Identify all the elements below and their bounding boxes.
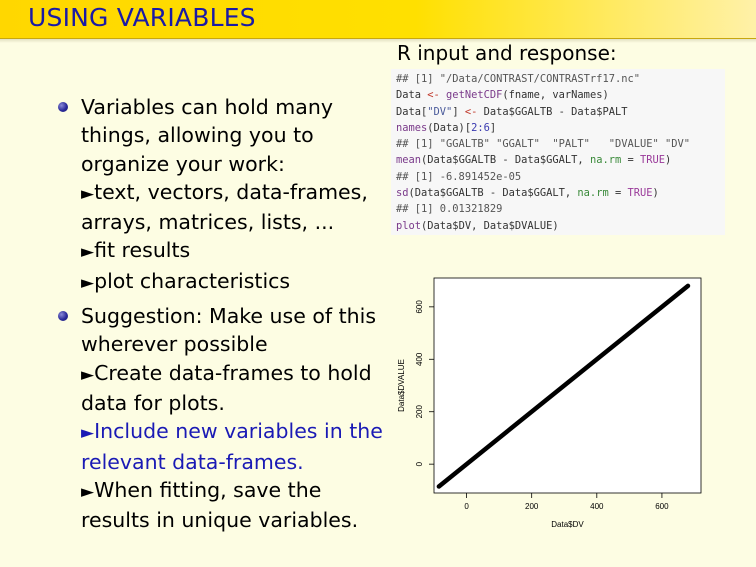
code-token: ## [1] "GGALTB" "GGALT" "PALT" "DVALUE" … (396, 138, 691, 151)
bullet-text: Create data-frames to hold (94, 360, 372, 385)
code-token: <- (464, 105, 478, 118)
code-token: sd (396, 187, 409, 200)
code-input-line: names(Data)[2:6] (396, 120, 725, 136)
x-tick-label: 200 (525, 502, 539, 511)
bullet-line: things, allowing you to (81, 121, 378, 149)
r-code-block: ## [1] "/Data/CONTRAST/CONTRASTrf17.nc" D… (391, 69, 725, 235)
slide-title: USING VARIABLES (28, 3, 256, 32)
code-output-line: ## [1] -6.891452e-05 (396, 169, 725, 185)
bullet-line: Variables can hold many (81, 93, 378, 121)
x-tick-label: 0 (464, 502, 469, 511)
code-input-line: plot(Data$DV, Data$DVALUE) (396, 218, 725, 234)
title-bar-shadow (0, 38, 756, 43)
code-token: ## [1] 0.01321829 (396, 203, 503, 216)
code-token: mean (396, 154, 422, 167)
code-token: names (396, 121, 428, 134)
bullet-line: ►Include new variables in the (81, 417, 383, 447)
code-token: (fname, varNames) (502, 89, 609, 102)
bullet-dot-icon (58, 311, 68, 322)
bullet-list: Variables can hold many things, allowing … (58, 93, 383, 534)
y-tick-label: 600 (415, 300, 424, 314)
code-token: Data$GGALTB - Data$PALT (477, 105, 628, 118)
bullet-item: Variables can hold many things, allowing … (58, 93, 378, 297)
code-input-line: Data <- getNetCDF(fname, varNames) (396, 87, 725, 103)
arrow-icon: ► (81, 242, 95, 263)
bullet-text: results in unique variables. (81, 508, 359, 533)
code-token: "DV" (427, 105, 453, 118)
arrow-icon: ► (81, 423, 95, 444)
code-input-line: mean(Data$GGALTB - Data$GGALT, na.rm = T… (396, 152, 725, 168)
bullet-text: arrays, matrices, lists, ... (81, 210, 335, 235)
bullet-line: organize your work: (81, 150, 378, 178)
arrow-icon: ► (81, 272, 95, 293)
bullet-line: relevant data-frames. (81, 448, 378, 476)
bullet-line: results in unique variables. (81, 506, 378, 534)
bullet-text: data for plots. (81, 390, 225, 415)
code-token: ) (652, 187, 659, 200)
bullet-line: arrays, matrices, lists, ... (81, 208, 378, 236)
arrow-icon: ► (81, 183, 95, 204)
x-axis-label: Data$DV (551, 520, 584, 529)
code-token: getNetCDF (439, 89, 503, 102)
code-token: plot (396, 219, 422, 232)
code-token: 2:6 (471, 121, 490, 134)
bullet-text: Suggestion: Make use of this (81, 304, 377, 329)
bullet-dot-icon (58, 102, 68, 112)
y-tick-label: 0 (415, 461, 424, 466)
y-tick-label: 400 (415, 352, 424, 366)
code-output-line: ## [1] "GGALTB" "GGALT" "PALT" "DVALUE" … (396, 136, 725, 152)
code-token: ] (452, 105, 465, 118)
code-token: ) (665, 154, 672, 167)
bullet-text: fit results (94, 238, 191, 263)
code-input-line: sd(Data$GGALTB - Data$GGALT, na.rm = TRU… (396, 185, 725, 201)
x-tick-label: 400 (590, 502, 604, 511)
bullet-line: ►fit results (81, 236, 378, 266)
scatter-plot: 0 200 400 600 0 200 400 600 Data$DV Data$DVALUE (397, 277, 702, 529)
code-token: = (608, 187, 628, 200)
r-section-heading: R input and response: (397, 41, 617, 65)
title-bar: USING VARIABLES (0, 0, 756, 43)
code-token: na.rm (577, 187, 609, 200)
code-token: na.rm (589, 154, 622, 167)
bullet-text: plot characteristics (94, 268, 291, 293)
bullet-text: wherever possible (81, 332, 268, 357)
arrow-icon: ► (81, 481, 95, 502)
code-token: (Data$DV, Data$DVALUE) (421, 219, 559, 232)
code-token: TRUE (627, 187, 653, 200)
code-token: Data (396, 89, 428, 102)
code-token: (Data)[ (427, 121, 472, 134)
bullet-text: relevant data-frames. (81, 449, 304, 474)
arrow-icon: ► (81, 364, 95, 385)
bullet-text: Variables can hold many (81, 95, 333, 119)
bullet-line: ►When fitting, save the (81, 476, 378, 506)
bullet-line: ►plot characteristics (81, 267, 378, 297)
code-token: ## [1] "/Data/CONTRAST/CONTRASTrf17.nc" (396, 73, 640, 85)
code-token: <- (427, 89, 440, 102)
bullet-line: ►text, vectors, data-frames, (81, 178, 378, 208)
bullet-text: text, vectors, data-frames, (94, 179, 368, 204)
bullet-line: data for plots. (81, 389, 378, 417)
code-token: Data[ (396, 105, 428, 118)
y-axis-label: Data$DVALUE (397, 359, 406, 412)
code-output-line: ## [1] "/Data/CONTRAST/CONTRASTrf17.nc" (396, 71, 725, 87)
code-token: ] (489, 121, 497, 134)
bullet-text: organize your work: (81, 151, 285, 176)
bullet-line: ►Create data-frames to hold (81, 359, 378, 389)
bullet-line: wherever possible (81, 330, 378, 358)
code-token: (Data$GGALTB - Data$GGALT, (408, 187, 578, 200)
code-token: = (621, 154, 640, 167)
code-token: ## [1] -6.891452e-05 (396, 170, 522, 183)
x-tick-label: 600 (655, 502, 669, 511)
bullet-text: Include new variables in the (94, 419, 383, 444)
bullet-line: Suggestion: Make use of this (81, 302, 378, 330)
code-input-line: Data["DV"] <- Data$GGALTB - Data$PALT (396, 104, 725, 120)
y-tick-label: 200 (415, 405, 424, 419)
bullet-item: Suggestion: Make use of this wherever pos… (58, 302, 383, 534)
code-token: TRUE (640, 154, 666, 167)
bullet-text: When fitting, save the (94, 477, 322, 502)
code-output-line: ## [1] 0.01321829 (396, 201, 725, 217)
code-token: (Data$GGALTB - Data$GGALT, (421, 154, 590, 167)
bullet-text: things, allowing you to (81, 123, 314, 148)
